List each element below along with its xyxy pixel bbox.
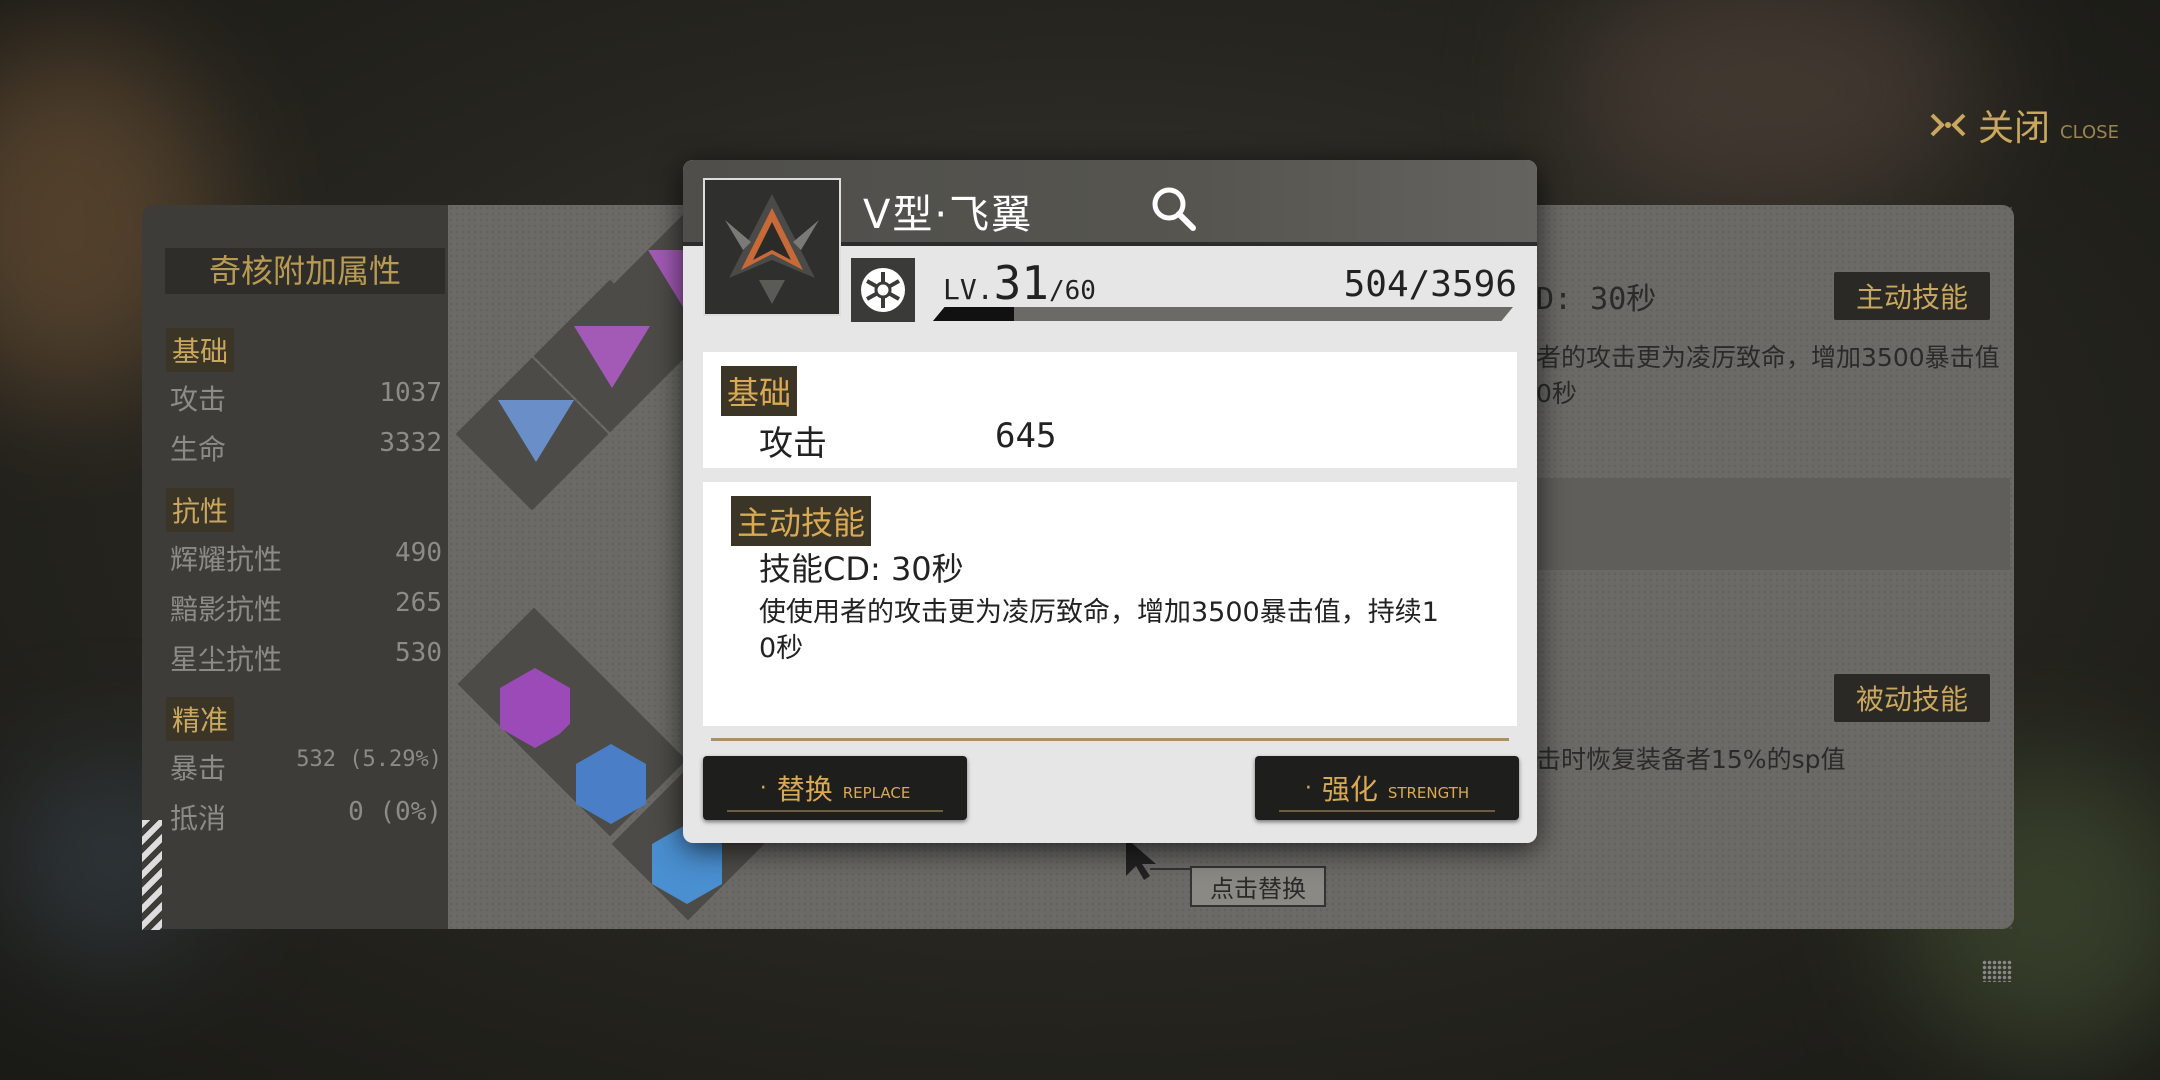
close-icon xyxy=(1928,105,1968,145)
replace-label: 替换 xyxy=(776,773,833,806)
passive-skill-desc: 击时恢复装备者15%的sp值 xyxy=(1536,745,1846,774)
section-tag-basic: 基础 xyxy=(166,328,235,372)
skill-desc-line2: 0秒 xyxy=(759,633,804,664)
attributes-title: 奇核附加属性 xyxy=(165,248,445,294)
enhance-sub-label: STRENGTH xyxy=(1387,784,1470,802)
hint-line xyxy=(1150,868,1190,870)
exp-progress-bar xyxy=(933,307,1513,321)
stat-name: 生命 xyxy=(170,433,227,466)
stat-value: 0 (0%) xyxy=(348,797,442,827)
active-skill-desc: 者的攻击更为凌厉致命，增加3500暴击值 xyxy=(1536,343,2000,372)
search-icon xyxy=(1152,187,1196,231)
stat-value: 265 xyxy=(395,588,442,618)
menu-grid-icon[interactable] xyxy=(1982,960,2012,982)
level-max: /60 xyxy=(1048,276,1096,306)
stat-value: 490 xyxy=(395,538,442,568)
skill-desc-line1: 使使用者的攻击更为凌厉致命，增加3500暴击值，持续1 xyxy=(759,597,1439,628)
stat-name: 抵消 xyxy=(170,802,227,835)
passive-skill-badge: 被动技能 xyxy=(1834,674,1991,722)
snowflake-icon xyxy=(861,268,905,312)
active-skill-tag: 主动技能 xyxy=(731,496,872,546)
stat-value: 532 (5.29%) xyxy=(296,747,442,772)
close-label: 关闭 xyxy=(1978,108,2051,149)
stat-name: 辉耀抗性 xyxy=(170,543,283,576)
stat-row-shadow-res: 黯影抗性 265 xyxy=(170,588,442,628)
divider-band xyxy=(1536,478,2010,570)
skill-cd-text: D: 30秒 xyxy=(1536,282,1657,317)
close-button[interactable]: 关闭 CLOSE xyxy=(1928,100,2119,150)
replace-button[interactable]: · 替换 REPLACE xyxy=(703,756,967,820)
item-name: V型·飞翼 xyxy=(863,192,1034,238)
exp-progress-fill xyxy=(933,307,1015,321)
basic-stat-name: 攻击 xyxy=(759,424,827,464)
stat-name: 黯影抗性 xyxy=(170,593,283,626)
basic-stat-value: 645 xyxy=(995,416,1057,456)
active-skill-panel: 主动技能 技能CD: 30秒 使使用者的攻击更为凌厉致命，增加3500暴击值，持… xyxy=(703,482,1517,726)
stat-row-crit: 暴击 532 (5.29%) xyxy=(170,747,442,787)
basic-tag: 基础 xyxy=(721,366,798,416)
basic-stats-panel: 基础 攻击 645 xyxy=(703,352,1517,468)
enhance-button[interactable]: · 强化 STRENGTH xyxy=(1255,756,1519,820)
bullet-icon: · xyxy=(759,775,767,801)
stat-row-offset: 抵消 0 (0%) xyxy=(170,797,442,837)
stat-value: 1037 xyxy=(379,378,442,408)
stat-row-hp: 生命 3332 xyxy=(170,428,442,468)
pointer-icon xyxy=(1122,836,1162,886)
stat-name: 星尘抗性 xyxy=(170,643,283,676)
tap-to-replace-hint: 点击替换 xyxy=(1190,866,1326,907)
stat-row-stardust-res: 星尘抗性 530 xyxy=(170,638,442,678)
stat-name: 攻击 xyxy=(170,383,227,416)
stat-row-radiance-res: 辉耀抗性 490 xyxy=(170,538,442,578)
stat-value: 3332 xyxy=(379,428,442,458)
search-button[interactable] xyxy=(1149,184,1199,234)
level-label: LV. xyxy=(943,273,994,306)
level-display: LV.31/60 xyxy=(943,256,1096,310)
section-tag-precision: 精准 xyxy=(166,697,235,741)
stripe-decoration xyxy=(142,820,162,930)
bullet-icon: · xyxy=(1304,775,1312,801)
section-tag-resistance: 抗性 xyxy=(166,488,235,532)
core-detail-modal: V型·飞翼 LV.31/60 504/3596 基础 攻击 645 主动技能 技… xyxy=(683,160,1537,843)
item-icon-frame xyxy=(703,178,841,316)
stat-row-attack: 攻击 1037 xyxy=(170,378,442,418)
active-skill-badge: 主动技能 xyxy=(1834,272,1991,320)
enhance-label: 强化 xyxy=(1321,773,1378,806)
blue-gem-icon xyxy=(498,400,574,462)
element-type-icon xyxy=(851,258,915,322)
skill-cd: 技能CD: 30秒 xyxy=(759,550,964,588)
stat-name: 暴击 xyxy=(170,752,227,785)
purple-gem-icon xyxy=(574,326,650,388)
stat-value: 530 xyxy=(395,638,442,668)
level-value: 31 xyxy=(993,256,1049,310)
active-skill-desc-2: 0秒 xyxy=(1536,379,1577,408)
exp-value: 504/3596 xyxy=(1343,264,1517,305)
footer-divider xyxy=(711,738,1509,741)
core-item-icon xyxy=(725,194,819,304)
replace-sub-label: REPLACE xyxy=(842,784,911,802)
close-sub-label: CLOSE xyxy=(2060,121,2119,143)
